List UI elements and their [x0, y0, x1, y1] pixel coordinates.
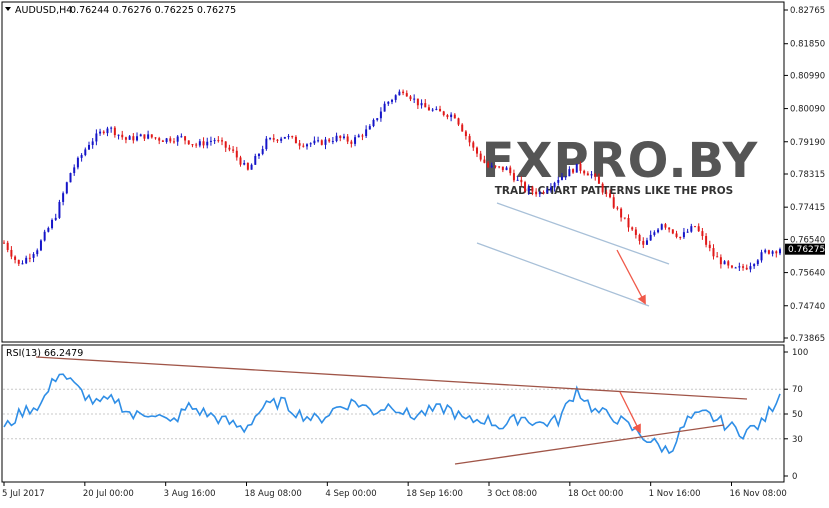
- candle: [283, 136, 286, 139]
- candle: [524, 180, 527, 193]
- chart-header: AUDUSD,H4 0.76244 0.76276 0.76225 0.7627…: [5, 5, 236, 16]
- candle: [671, 229, 674, 235]
- rsi-axis: 100 70 50 30 0: [784, 348, 808, 482]
- price-axis: 0.82765 0.81850 0.80990 0.80090 0.79190 0.783…: [784, 6, 825, 344]
- price-tick-label: 0.80090: [790, 105, 825, 115]
- time-tick-label: 3 Oct 08:00: [487, 489, 537, 499]
- watermark: FXPRO.BY TRADE CHART PATTERNS LIKE THE P…: [482, 133, 759, 197]
- candle: [58, 199, 61, 219]
- time-tick-label: 18 Aug 08:00: [245, 489, 302, 499]
- candle: [51, 218, 54, 230]
- ohlc-values: 0.76244 0.76276 0.76225 0.76275: [70, 5, 236, 16]
- current-price-marker: 0.76275: [785, 243, 825, 255]
- time-tick-label: 1 Nov 16:00: [649, 489, 701, 499]
- price-tick-label: 0.77415: [790, 203, 825, 213]
- candle: [246, 162, 249, 171]
- rsi-tick-label: 100: [792, 348, 808, 358]
- rsi-tick-label: 30: [792, 435, 803, 445]
- rsi-tick-label: 50: [792, 410, 803, 420]
- candle: [65, 181, 68, 195]
- time-tick-label: 4 Sep 00:00: [325, 489, 376, 499]
- price-tick-label: 0.80990: [790, 71, 825, 81]
- watermark-brand: FXPRO.BY: [482, 133, 759, 189]
- price-tick-label: 0.78315: [790, 170, 825, 180]
- price-tick-label: 0.82765: [790, 6, 825, 16]
- time-tick-label: 16 Nov 08:00: [730, 489, 787, 499]
- candle: [69, 172, 72, 183]
- rsi-tick-label: 70: [792, 385, 803, 395]
- current-price-label: 0.76275: [788, 245, 825, 255]
- candle: [660, 223, 663, 231]
- symbol-info: AUDUSD,H4: [15, 5, 72, 16]
- price-tick-label: 0.79190: [790, 138, 825, 148]
- time-axis: 5 Jul 2017 20 Jul 00:00 3 Aug 16:00 18 Aug …: [2, 482, 787, 499]
- price-tick-label: 0.81850: [790, 40, 825, 50]
- time-tick-label: 20 Jul 00:00: [83, 489, 134, 499]
- price-tick-label: 0.74740: [790, 302, 825, 312]
- rsi-label: RSI(13) 66.2479: [6, 348, 83, 359]
- time-tick-label: 3 Aug 16:00: [164, 489, 216, 499]
- time-tick-label: 18 Oct 00:00: [568, 489, 623, 499]
- chart-window: FXPRO.BY TRADE CHART PATTERNS LIKE THE P…: [0, 0, 829, 504]
- rsi-tick-label: 0: [792, 472, 797, 482]
- chart-canvas: FXPRO.BY TRADE CHART PATTERNS LIKE THE P…: [1, 1, 825, 499]
- price-tick-label: 0.73865: [790, 334, 825, 344]
- candle: [39, 239, 42, 252]
- candle: [575, 163, 578, 173]
- time-tick-label: 18 Sep 16:00: [406, 489, 463, 499]
- time-tick-label: 5 Jul 2017: [2, 489, 45, 499]
- price-tick-label: 0.75640: [790, 269, 825, 279]
